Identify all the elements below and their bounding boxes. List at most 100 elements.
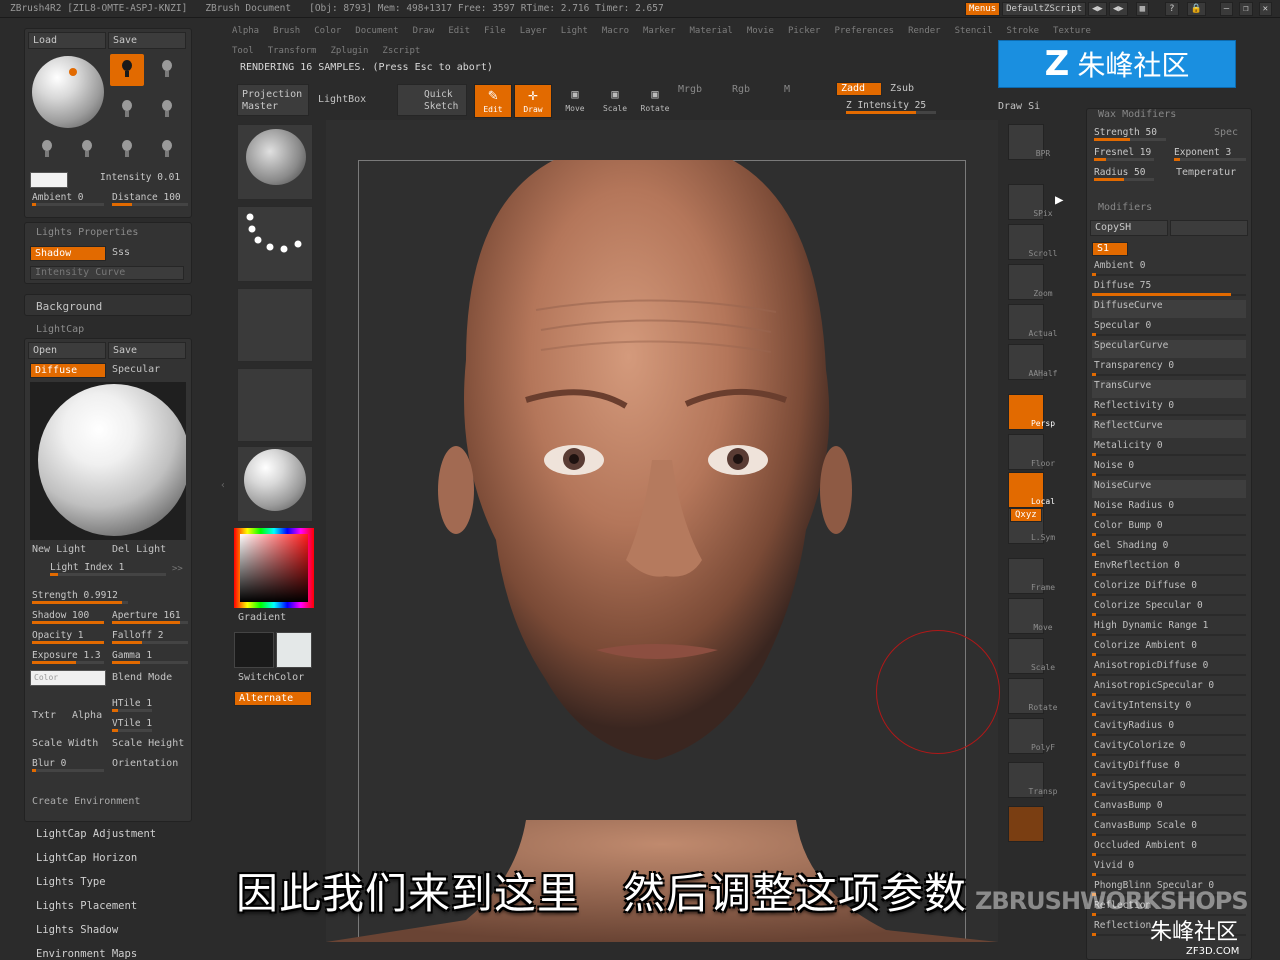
lightcap-header[interactable]: LightCap [36, 324, 84, 335]
save-light-button[interactable]: Save [108, 32, 186, 49]
expand-arrows-icon[interactable]: >> [172, 564, 183, 574]
section-lights-type[interactable]: Lights Type [36, 876, 106, 888]
create-environment-button[interactable]: Create Environment [32, 796, 140, 807]
ambient-slider[interactable]: Ambient 0 [32, 192, 104, 206]
draw-size-slider[interactable]: Draw Si [998, 101, 1040, 112]
menu-item-light[interactable]: Light [561, 26, 588, 36]
shadow-slider[interactable]: Shadow 100 [32, 610, 104, 624]
light-color-swatch[interactable] [30, 172, 68, 188]
light-bulb-icon-2[interactable] [159, 60, 175, 80]
temperature-slider[interactable]: Temperatur [1176, 167, 1236, 178]
zoom-tool-button[interactable]: Zoom [1008, 264, 1053, 300]
modifier-envreflection[interactable]: EnvReflection 0 [1092, 560, 1246, 578]
modifier-gel-shading[interactable]: Gel Shading 0 [1092, 540, 1246, 558]
menu-item-material[interactable]: Material [690, 26, 733, 36]
modifier-specularcurve[interactable]: SpecularCurve [1092, 340, 1246, 358]
modifier-anisotropicdiffuse[interactable]: AnisotropicDiffuse 0 [1092, 660, 1246, 678]
actual-tool-button[interactable]: Actual [1008, 304, 1057, 340]
sss-toggle[interactable]: Sss [112, 247, 130, 258]
section-lights-shadow[interactable]: Lights Shadow [36, 924, 118, 936]
falloff-slider[interactable]: Falloff 2 [112, 630, 188, 644]
menu-item-render[interactable]: Render [908, 26, 941, 36]
material-thumbnail[interactable] [237, 446, 313, 522]
quick-sketch-button[interactable]: Quick Sketch [397, 84, 467, 116]
modifier-cavityspecular[interactable]: CavitySpecular 0 [1092, 780, 1246, 798]
modifiers-header[interactable]: Modifiers [1098, 202, 1152, 213]
specular-tab[interactable]: Specular [112, 364, 160, 375]
zscript-button[interactable]: DefaultZScript [1002, 1, 1086, 16]
z-intensity-slider[interactable]: Z Intensity 25 [846, 100, 936, 114]
alpha-thumbnail[interactable] [237, 288, 313, 362]
menu-item-preferences[interactable]: Preferences [834, 26, 894, 36]
gradient-button[interactable]: Gradient [238, 612, 286, 623]
brush-thumbnail[interactable] [237, 124, 313, 200]
modifier-cavityradius[interactable]: CavityRadius 0 [1092, 720, 1246, 738]
menu-item-zscript[interactable]: Zscript [382, 46, 420, 56]
modifier-diffusecurve[interactable]: DiffuseCurve [1092, 300, 1246, 318]
spix-color-swatch[interactable] [1008, 806, 1044, 842]
menu-item-document[interactable]: Document [355, 26, 398, 36]
left-collapse-arrow-icon[interactable]: ‹ [220, 480, 226, 491]
modifier-color-bump[interactable]: Color Bump 0 [1092, 520, 1246, 538]
modifier-anisotropicspecular[interactable]: AnisotropicSpecular 0 [1092, 680, 1246, 698]
htile-slider[interactable]: HTile 1 [112, 698, 152, 712]
new-light-button[interactable]: New Light [32, 544, 86, 555]
help-icon[interactable]: ? [1165, 1, 1179, 16]
light-bulb-icon-6[interactable] [79, 140, 95, 160]
menu-item-file[interactable]: File [484, 26, 506, 36]
intensity-curve-button[interactable]: Intensity Curve [30, 266, 184, 280]
m-button[interactable]: M [784, 84, 790, 95]
lightbox-button[interactable]: LightBox [318, 94, 366, 105]
menu-item-transform[interactable]: Transform [268, 46, 317, 56]
menu-item-picker[interactable]: Picker [788, 26, 821, 36]
menu-item-alpha[interactable]: Alpha [232, 26, 259, 36]
orientation-slider[interactable]: Orientation [112, 758, 178, 769]
background-header[interactable]: Background [36, 300, 102, 313]
wax-strength-slider[interactable]: Strength 50 [1094, 127, 1166, 141]
nav-arrows-icon-2[interactable]: ◀▶ [1108, 1, 1128, 16]
menus-button[interactable]: Menus [965, 1, 1001, 16]
color-picker-square[interactable] [240, 534, 308, 602]
del-light-button[interactable]: Del Light [112, 544, 166, 555]
txtr-button[interactable]: Txtr [32, 710, 56, 721]
scale-height-slider[interactable]: Scale Height [112, 738, 184, 749]
modifier-cavitycolorize[interactable]: CavityColorize 0 [1092, 740, 1246, 758]
transp-tool-button[interactable]: Transp [1008, 762, 1057, 798]
s1-button[interactable]: S1 [1092, 242, 1128, 256]
layout-icon[interactable]: ▦ [1135, 1, 1150, 16]
modifier-canvasbump[interactable]: CanvasBump 0 [1092, 800, 1246, 818]
minimize-icon[interactable]: – [1219, 1, 1234, 16]
light-index-slider[interactable]: Light Index 1 [50, 562, 166, 576]
secondary-color-swatch[interactable] [276, 632, 312, 668]
zsub-button[interactable]: Zsub [890, 83, 914, 94]
qxyz-button[interactable]: Qxyz [1010, 508, 1042, 522]
menu-item-edit[interactable]: Edit [448, 26, 470, 36]
light-position-dot[interactable] [69, 68, 77, 76]
aperture-slider[interactable]: Aperture 161 [112, 610, 188, 624]
vtile-slider[interactable]: VTile 1 [112, 718, 152, 732]
menu-item-marker[interactable]: Marker [643, 26, 676, 36]
modifier-canvasbump-scale[interactable]: CanvasBump Scale 0 [1092, 820, 1246, 838]
section-lightcap-adjustment[interactable]: LightCap Adjustment [36, 828, 156, 840]
menu-item-brush[interactable]: Brush [273, 26, 300, 36]
alpha-button[interactable]: Alpha [72, 710, 102, 721]
copysh-button[interactable]: CopySH [1090, 220, 1168, 236]
nav-arrows-icon[interactable]: ◀▶ [1087, 1, 1107, 16]
section-lights-placement[interactable]: Lights Placement [36, 900, 137, 912]
zadd-button[interactable]: Zadd [836, 82, 882, 96]
modifier-diffuse[interactable]: Diffuse 75 [1092, 280, 1246, 298]
lightcap-open-button[interactable]: Open [28, 342, 106, 359]
mrgb-button[interactable]: Mrgb [678, 84, 702, 95]
pastesh-button[interactable] [1170, 220, 1248, 236]
opacity-slider[interactable]: Opacity 1 [32, 630, 104, 644]
section-environment-maps[interactable]: Environment Maps [36, 948, 137, 960]
modifier-occluded-ambient[interactable]: Occluded Ambient 0 [1092, 840, 1246, 858]
light-bulb-icon-7[interactable] [119, 140, 135, 160]
light-bulb-icon-4[interactable] [159, 100, 175, 120]
move-tool-button[interactable]: Move [1008, 598, 1053, 634]
section-lightcap-horizon[interactable]: LightCap Horizon [36, 852, 137, 864]
distance-slider[interactable]: Distance 100 [112, 192, 188, 206]
menu-item-tool[interactable]: Tool [232, 46, 254, 56]
gamma-slider[interactable]: Gamma 1 [112, 650, 188, 664]
strength-slider[interactable]: Strength 0.9912 [32, 590, 128, 604]
